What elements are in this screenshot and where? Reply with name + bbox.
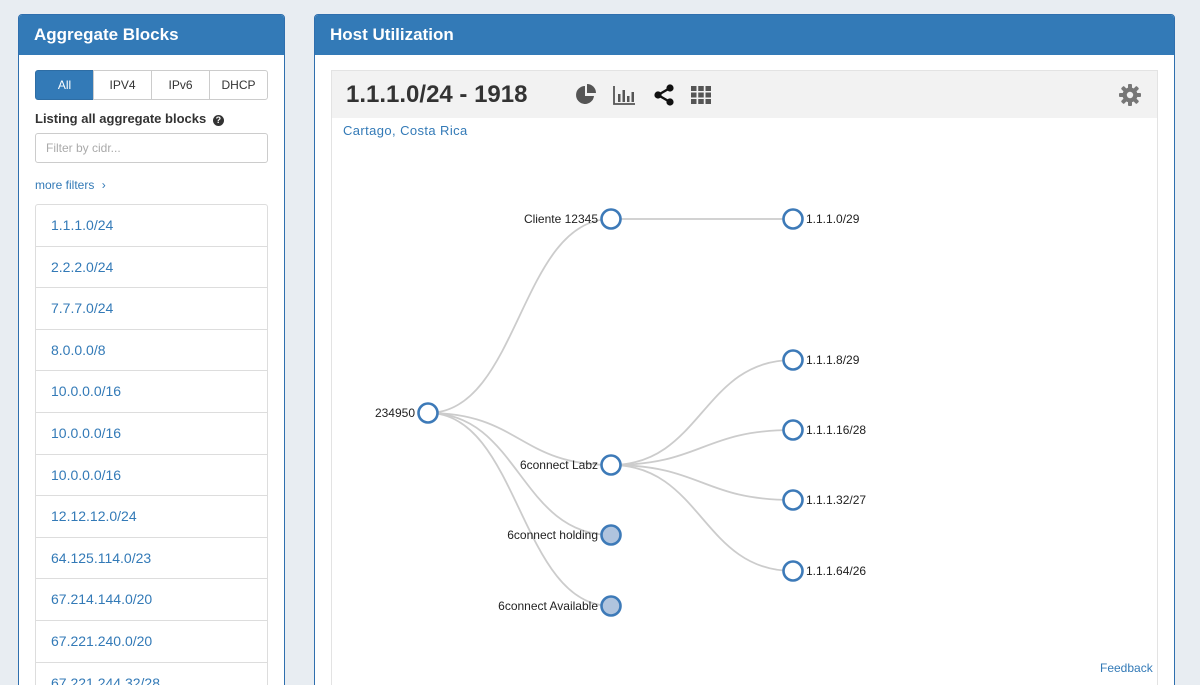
tree-node-label: 6connect holding (507, 528, 598, 542)
more-filters-label: more filters (35, 178, 95, 192)
tree-node-label: 1.1.1.16/28 (806, 423, 866, 437)
tree-node-label: 1.1.1.0/29 (806, 212, 860, 226)
help-icon[interactable]: ? (212, 115, 224, 126)
tree-node-leaf[interactable] (782, 208, 804, 230)
tab-ipv6[interactable]: IPv6 (151, 70, 210, 100)
tree-node-leaf[interactable] (782, 560, 804, 582)
tree-link (427, 412, 612, 536)
list-item[interactable]: 64.125.114.0/23 (36, 538, 267, 580)
tree-node-label: 6connect Available (498, 599, 598, 613)
tree-link (610, 464, 794, 501)
tree-node[interactable] (600, 208, 622, 230)
list-item[interactable]: 10.0.0.0/16 (36, 455, 267, 497)
list-item[interactable]: 12.12.12.0/24 (36, 496, 267, 538)
tree-node-root[interactable] (417, 402, 439, 424)
list-item[interactable]: 8.0.0.0/8 (36, 330, 267, 372)
list-item[interactable]: 67.221.240.0/20 (36, 621, 267, 663)
more-filters-link[interactable]: more filters › (35, 178, 106, 192)
tree-node-leaf[interactable] (782, 419, 804, 441)
tree-link (427, 412, 612, 607)
tree-link (610, 359, 794, 466)
tree-node-label: Cliente 12345 (524, 212, 598, 226)
tab-dhcp[interactable]: DHCP (209, 70, 268, 100)
tree-node[interactable] (600, 454, 622, 476)
tree-link (610, 464, 794, 572)
tree-node-label: 1.1.1.8/29 (806, 353, 860, 367)
listing-label-row: Listing all aggregate blocks ? (35, 111, 224, 126)
cidr-filter-input[interactable] (35, 133, 268, 163)
panel-title: Host Utilization (315, 15, 1174, 55)
tree-node-label: 1.1.1.64/26 (806, 564, 866, 578)
host-utilization-panel: Host Utilization 1.1.1.0/24 - 1918 Carta… (314, 14, 1175, 685)
list-item[interactable]: 67.214.144.0/20 (36, 579, 267, 621)
tree-link (610, 429, 794, 466)
aggregate-blocks-panel: Aggregate Blocks All IPV4 IPv6 DHCP List… (18, 14, 285, 685)
list-item[interactable]: 7.7.7.0/24 (36, 288, 267, 330)
block-type-tabs: All IPV4 IPv6 DHCP (35, 70, 268, 100)
tab-all[interactable]: All (35, 70, 94, 100)
list-item[interactable]: 1.1.1.0/24 (36, 205, 267, 247)
tree-node[interactable] (600, 595, 622, 617)
visualization-area: 1.1.1.0/24 - 1918 Cartago, Costa Rica 23… (331, 70, 1158, 685)
listing-label: Listing all aggregate blocks (35, 111, 207, 126)
list-item[interactable]: 10.0.0.0/16 (36, 371, 267, 413)
list-item[interactable]: 67.221.244.32/28 (36, 663, 267, 685)
panel-title: Aggregate Blocks (19, 15, 284, 55)
tree-node-leaf[interactable] (782, 489, 804, 511)
host-tree-diagram: 234950 Cliente 12345 6connect Labz 6connect… (375, 208, 866, 617)
tree-node-label: 6connect Labz (520, 458, 598, 472)
block-list: 1.1.1.0/24 2.2.2.0/24 7.7.7.0/24 8.0.0.0… (35, 204, 268, 685)
list-item[interactable]: 10.0.0.0/16 (36, 413, 267, 455)
tree-node-leaf[interactable] (782, 349, 804, 371)
tree-node-label: 1.1.1.32/27 (806, 493, 866, 507)
feedback-link[interactable]: Feedback (1100, 661, 1153, 675)
list-item[interactable]: 2.2.2.0/24 (36, 247, 267, 289)
tree-node[interactable] (600, 524, 622, 546)
tab-ipv4[interactable]: IPV4 (93, 70, 152, 100)
chevron-right-icon: › (101, 178, 106, 192)
tree-node-label: 234950 (375, 406, 415, 420)
tree-link (427, 218, 612, 414)
